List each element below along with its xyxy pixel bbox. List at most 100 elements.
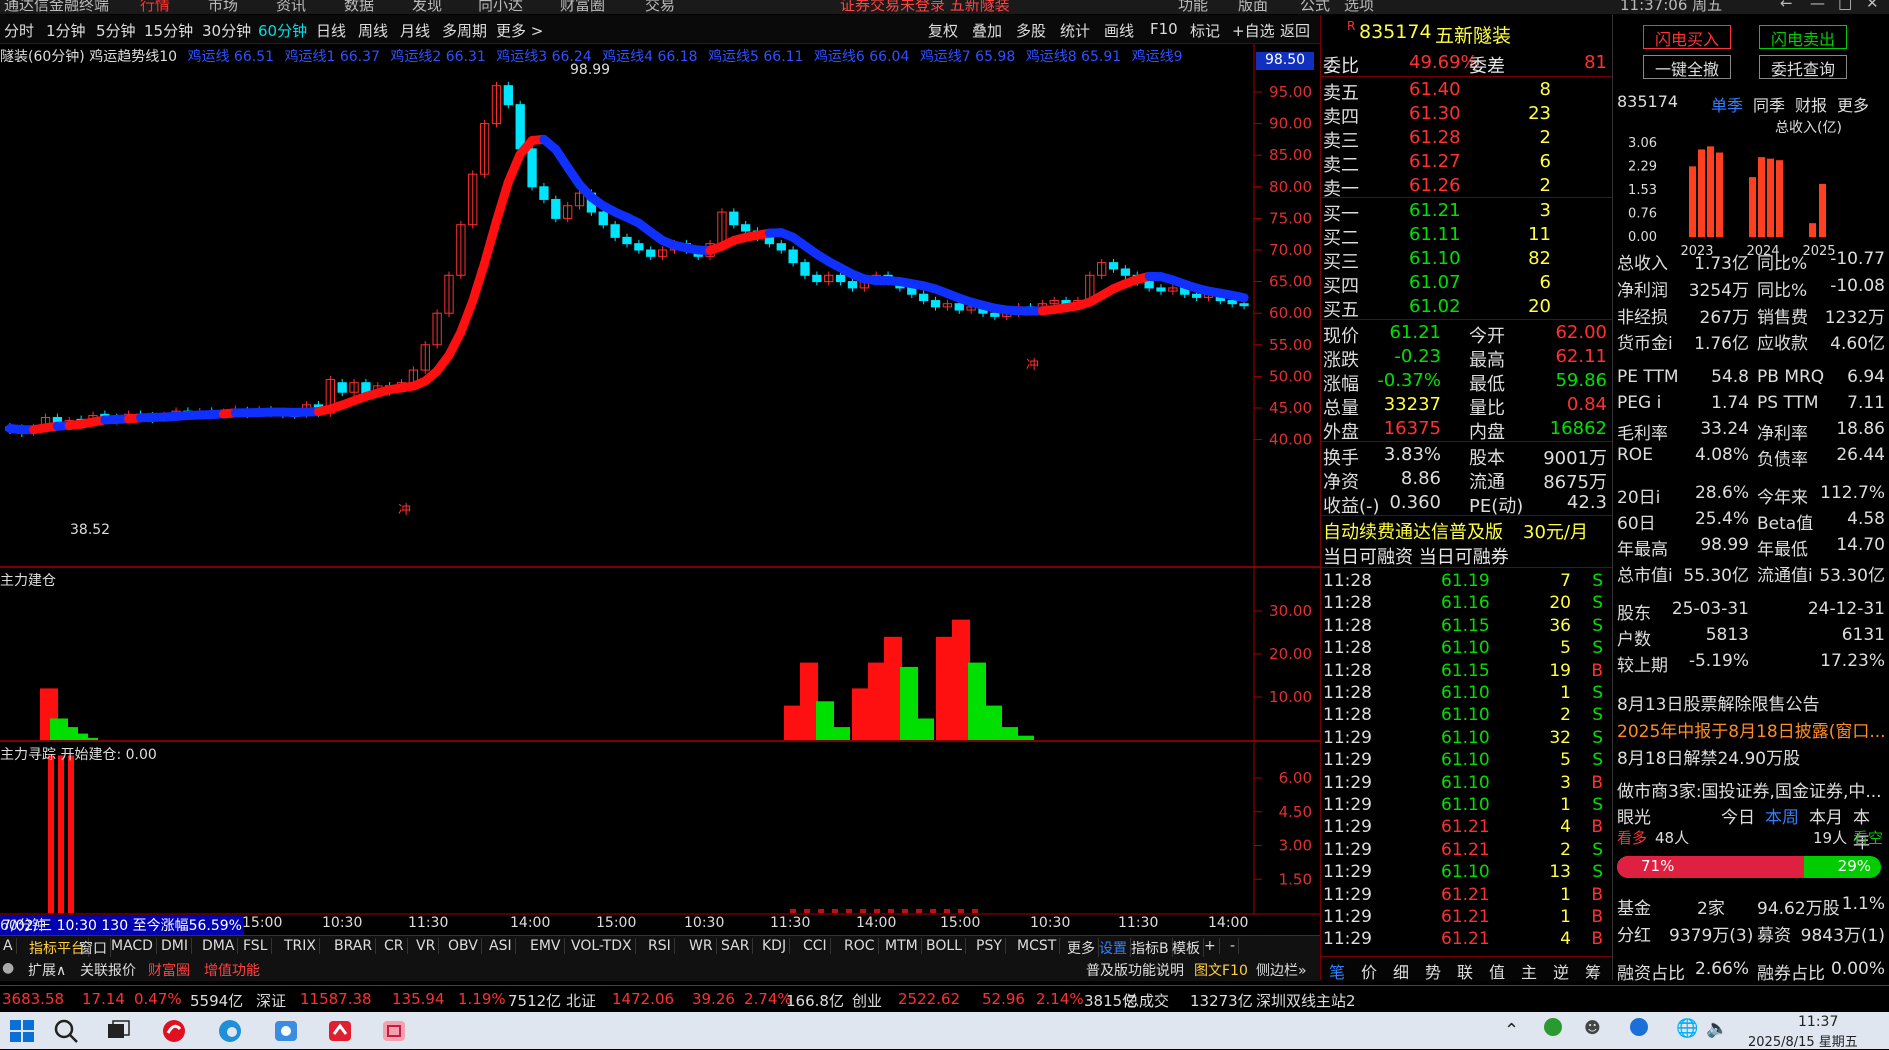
tool-duogu[interactable]: 多股: [1016, 20, 1046, 41]
period-multi[interactable]: 多周期: [442, 20, 487, 41]
tab-danji[interactable]: 单季: [1711, 92, 1743, 116]
link-expand[interactable]: 扩展∧: [28, 960, 66, 980]
back-icon[interactable]: ←: [1780, 0, 1793, 12]
app-icon-blue[interactable]: [272, 1018, 300, 1044]
indicator-name[interactable]: 鸡运趋势线10: [89, 49, 177, 65]
indicator-tab-xx[interactable]: 更多: [1064, 938, 1099, 958]
news-item[interactable]: 做市商3家:国投证券,国金证券,中...: [1617, 777, 1885, 802]
indicator-tab-wr[interactable]: WR: [686, 938, 717, 954]
maximize-icon[interactable]: □: [1838, 0, 1852, 12]
eye-tab-month[interactable]: 本月: [1809, 803, 1843, 828]
app-icon-red[interactable]: [326, 1018, 354, 1044]
indicator-tab-trix[interactable]: TRIX: [281, 938, 320, 954]
taskbar-date[interactable]: 2025/8/15 星期五: [1748, 1031, 1858, 1050]
flash-sell-button[interactable]: 闪电卖出: [1759, 25, 1847, 49]
ask-row[interactable]: 卖五61.408: [1323, 79, 1611, 103]
indicator-tab-obv[interactable]: OBV: [445, 938, 482, 954]
period-15min[interactable]: 15分钟: [144, 20, 193, 41]
indicator-tab-rsi[interactable]: RSI: [645, 938, 675, 954]
tool-zixuan[interactable]: +自选: [1232, 20, 1275, 41]
period-more[interactable]: 更多 >: [496, 20, 543, 41]
indicator-tab-cci[interactable]: CCI: [800, 938, 831, 954]
indicator-tab-macd[interactable]: MACD: [108, 938, 157, 954]
eye-tab-week[interactable]: 本周: [1765, 803, 1799, 828]
bid-row[interactable]: 买四61.076: [1323, 272, 1611, 296]
windows-start-icon[interactable]: [8, 1018, 36, 1044]
taskbar-time[interactable]: 11:37: [1798, 1014, 1838, 1030]
link-f10[interactable]: 图文F10: [1194, 960, 1248, 980]
indicator-tab-roc[interactable]: ROC: [841, 938, 879, 954]
tool-biaoji[interactable]: 标记: [1190, 20, 1220, 41]
tray-chevron-icon[interactable]: ⌃: [1504, 1020, 1519, 1041]
tray-wechat-icon[interactable]: ☻: [1584, 1018, 1601, 1037]
snipping-tool-icon[interactable]: [380, 1018, 408, 1044]
menu-xiangxiaoda[interactable]: 向小达: [478, 0, 523, 14]
indicator-tab-vr[interactable]: VR: [413, 938, 439, 954]
period-1min[interactable]: 1分钟: [46, 20, 86, 41]
eye-tab-today[interactable]: 今日: [1721, 803, 1755, 828]
quote-tab[interactable]: 主: [1521, 959, 1537, 983]
indicator-tab-mcst[interactable]: MCST: [1014, 938, 1060, 954]
indicator-tab-xx[interactable]: 设置: [1096, 938, 1131, 958]
network-icon[interactable]: 🌐: [1676, 1018, 1698, 1039]
bid-row[interactable]: 买三61.1082: [1323, 248, 1611, 272]
period-fenshi[interactable]: 分时: [4, 20, 34, 41]
link-caifuquan[interactable]: 财富圈: [148, 960, 190, 980]
indicator-tab-cr[interactable]: CR: [381, 938, 408, 954]
indicator-tab-a[interactable]: A: [0, 938, 17, 954]
quote-tab[interactable]: 联: [1457, 959, 1473, 983]
tool-tongji[interactable]: 统计: [1060, 20, 1090, 41]
quote-tab[interactable]: 值: [1489, 959, 1505, 983]
menu-hangqing[interactable]: 行情: [140, 0, 170, 14]
tool-f10[interactable]: F10: [1150, 20, 1178, 38]
order-query-button[interactable]: 委托查询: [1759, 55, 1847, 79]
tool-fuquan[interactable]: 复权: [928, 20, 958, 41]
period-week[interactable]: 周线: [358, 20, 388, 41]
promo-price[interactable]: 30元/月: [1523, 518, 1588, 544]
indicator-tab-xx[interactable]: 模板: [1169, 938, 1204, 958]
promo-row[interactable]: 自动续费通达信普及版 30元/月: [1323, 518, 1611, 542]
tab-more[interactable]: 更多: [1837, 92, 1869, 116]
quote-tab[interactable]: 逆: [1553, 959, 1569, 983]
menu-faxian[interactable]: 发现: [412, 0, 442, 14]
indicator-tab-dmi[interactable]: DMI: [158, 938, 192, 954]
bid-row[interactable]: 买二61.1111: [1323, 224, 1611, 248]
tray-ime-icon[interactable]: [1630, 1018, 1648, 1036]
menu-banmian[interactable]: 版面: [1238, 0, 1268, 14]
indicator-tab-volxtdx[interactable]: VOL-TDX: [568, 938, 636, 954]
indicator-tab-kdj[interactable]: KDJ: [759, 938, 790, 954]
indicator-tab-x[interactable]: +: [1201, 938, 1220, 954]
task-view-icon[interactable]: [104, 1018, 132, 1044]
bid-row[interactable]: 买五61.0220: [1323, 296, 1611, 320]
tab-caibao[interactable]: 财报: [1795, 92, 1827, 116]
menu-xuanxiang[interactable]: 选项: [1344, 0, 1374, 14]
quote-tab[interactable]: 筹: [1585, 959, 1601, 983]
link-zengzhi[interactable]: 增值功能: [204, 960, 260, 980]
indicator-tab-emv[interactable]: EMV: [527, 938, 565, 954]
menu-jiaoyi[interactable]: 交易: [645, 0, 675, 14]
cancel-all-button[interactable]: 一键全撤: [1643, 55, 1731, 79]
tray-app-icon[interactable]: [1544, 1018, 1562, 1036]
menu-gongshi[interactable]: 公式: [1300, 0, 1330, 14]
menu-caifuquan[interactable]: 财富圈: [560, 0, 605, 14]
news-item[interactable]: 2025年中报于8月18日披露(窗口...: [1617, 717, 1885, 742]
search-icon[interactable]: [52, 1018, 80, 1044]
indicator-tab-x[interactable]: -: [1227, 938, 1239, 954]
indicator-tab-psy[interactable]: PSY: [973, 938, 1006, 954]
expand-icon[interactable]: ●: [2, 960, 14, 976]
period-month[interactable]: 月线: [400, 20, 430, 41]
volume-icon[interactable]: 🔈: [1706, 1018, 1728, 1039]
quote-tab[interactable]: 势: [1425, 959, 1441, 983]
ask-row[interactable]: 卖四61.3023: [1323, 103, 1611, 127]
ask-row[interactable]: 卖二61.276: [1323, 151, 1611, 175]
menu-shichang[interactable]: 市场: [208, 0, 238, 14]
tdx-app-icon[interactable]: [160, 1018, 188, 1044]
promo-text[interactable]: 自动续费通达信普及版: [1323, 518, 1503, 544]
indicator-tab-sar[interactable]: SAR: [718, 938, 753, 954]
quote-tab[interactable]: 价: [1361, 959, 1377, 983]
indicator-tab-brar[interactable]: BRAR: [331, 938, 376, 954]
kline-chart[interactable]: 30.0020.0010.00 6.004.503.001.50 95.0090…: [0, 44, 1320, 985]
indicator-tab-xxb[interactable]: 指标B: [1128, 938, 1173, 958]
edge-browser-icon[interactable]: [216, 1018, 244, 1044]
link-help[interactable]: 普及版功能说明: [1086, 960, 1184, 980]
